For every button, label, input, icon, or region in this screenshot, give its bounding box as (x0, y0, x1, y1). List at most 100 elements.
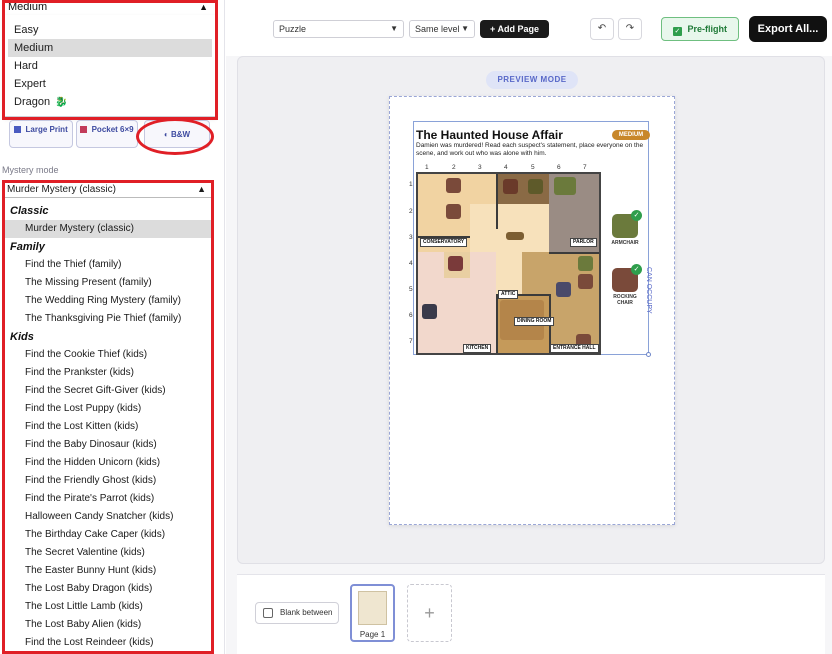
mode-option[interactable]: The Lost Baby Dragon (kids) (4, 580, 212, 598)
page-preview[interactable]: The Haunted House Affair MEDIUM Damien w… (389, 96, 675, 525)
room-label: PARLOR (570, 238, 597, 247)
mode-option[interactable]: The Missing Present (family) (4, 274, 212, 292)
chair-furniture (578, 274, 593, 289)
mode-option[interactable]: The Wedding Ring Mystery (family) (4, 292, 212, 310)
chevron-down-icon: ▼ (461, 24, 469, 33)
stove-furniture (422, 304, 437, 319)
preview-mode-pill: PREVIEW MODE (486, 71, 578, 89)
row-label: 2 (409, 208, 413, 215)
mode-option[interactable]: The Thanksgiving Pie Thief (family) (4, 310, 212, 328)
rocking-chair-label: ROCKING CHAIR (613, 294, 637, 306)
row-label: 1 (409, 181, 413, 188)
mystery-mode-list: Classic Murder Mystery (classic) Family … (4, 202, 212, 652)
preflight-button[interactable]: ✓ Pre-flight (661, 17, 739, 41)
page-type-value: Puzzle (279, 24, 307, 34)
chair-furniture (448, 256, 463, 271)
spider-furniture (446, 178, 461, 193)
mode-option[interactable]: Find the Thief (family) (4, 256, 212, 274)
undo-icon: ↶ (597, 23, 607, 34)
pocket-button[interactable]: Pocket 6×9 (76, 120, 138, 148)
column-label: 4 (504, 164, 508, 171)
mode-option[interactable]: Find the Lost Kitten (kids) (4, 418, 212, 436)
undo-button[interactable]: ↶ (590, 18, 614, 40)
room-label: ATTIC (498, 290, 519, 299)
column-label: 1 (425, 164, 429, 171)
export-all-button[interactable]: Export All... (749, 16, 827, 42)
preflight-label: Pre-flight (687, 24, 728, 34)
blank-between-toggle[interactable]: Blank between (255, 602, 339, 624)
puzzle-description: Damien was murdered! Read each suspect's… (416, 142, 644, 157)
check-icon: ✓ (672, 27, 682, 36)
difficulty-option-medium[interactable]: Medium (8, 39, 212, 57)
main-area: Puzzle ▼ Same level ▼ + Add Page ↶ ↷ ✓ P… (226, 0, 832, 654)
level-select[interactable]: Same level ▼ (409, 20, 475, 38)
mode-option[interactable]: The Easter Bunny Hunt (kids) (4, 562, 212, 580)
mystery-mode-select[interactable]: Murder Mystery (classic) ▲ (4, 182, 212, 198)
chevron-up-icon: ▲ (199, 2, 208, 12)
difficulty-option-hard[interactable]: Hard (8, 57, 212, 75)
page-type-select[interactable]: Puzzle ▼ (273, 20, 404, 38)
mode-option[interactable]: Find the Lost Reindeer (kids) (4, 634, 212, 652)
level-value: Same level (415, 24, 460, 34)
entrance-hall-floor (549, 252, 599, 353)
large-print-button[interactable]: Large Print (9, 120, 73, 148)
mode-option[interactable]: The Lost Baby Alien (kids) (4, 616, 212, 634)
difficulty-option-easy[interactable]: Easy (8, 21, 212, 39)
column-label: 2 (452, 164, 456, 171)
dragon-icon: 🐉 (55, 97, 68, 108)
armchair-icon: ✓ (612, 210, 642, 238)
mode-option[interactable]: Find the Hidden Unicorn (kids) (4, 454, 212, 472)
group-header-classic: Classic (10, 205, 49, 217)
palette-icon: ◐ (163, 130, 169, 139)
page-thumbnail[interactable]: Page 1 (350, 584, 395, 642)
wall (496, 294, 498, 353)
difficulty-select[interactable]: Medium ▲ (4, 0, 214, 15)
rocking-chair-piece[interactable]: ✓ ROCKING CHAIR (608, 264, 642, 306)
difficulty-badge: MEDIUM (612, 130, 650, 140)
redo-button[interactable]: ↷ (618, 18, 642, 40)
pocket-label: Pocket 6×9 (91, 125, 134, 134)
armchair-piece[interactable]: ✓ ARMCHAIR (608, 210, 642, 246)
mode-option[interactable]: Find the Pirate's Parrot (kids) (4, 490, 212, 508)
table-furniture (506, 232, 524, 240)
thumbnail-preview (358, 591, 387, 625)
check-icon: ✓ (631, 264, 642, 275)
mystery-mode-selected-value: Murder Mystery (classic) (7, 184, 116, 195)
difficulty-selected-value: Medium (8, 1, 48, 13)
difficulty-option-dragon[interactable]: Dragon 🐉 (8, 93, 212, 111)
sofa-furniture (554, 177, 576, 195)
add-page-tile[interactable]: + (407, 584, 452, 642)
rocking-chair-icon: ✓ (612, 264, 642, 292)
mode-option[interactable]: The Lost Little Lamb (kids) (4, 598, 212, 616)
check-icon: ✓ (631, 210, 642, 221)
mode-option[interactable]: The Secret Valentine (kids) (4, 544, 212, 562)
mode-option[interactable]: Find the Prankster (kids) (4, 364, 212, 382)
row-label: 4 (409, 260, 413, 267)
page-thumbnail-label: Page 1 (359, 630, 386, 639)
mode-option[interactable]: Find the Secret Gift-Giver (kids) (4, 382, 212, 400)
mode-option[interactable]: Find the Baby Dinosaur (kids) (4, 436, 212, 454)
can-occupy-label: CAN OCCUPY (645, 267, 652, 314)
row-label: 7 (409, 338, 413, 345)
checkbox[interactable] (263, 608, 273, 618)
resize-handle[interactable] (646, 352, 651, 357)
mode-option[interactable]: The Birthday Cake Caper (kids) (4, 526, 212, 544)
redo-icon: ↷ (625, 23, 635, 34)
difficulty-option-dragon-label: Dragon (14, 96, 51, 108)
mode-option[interactable]: Find the Friendly Ghost (kids) (4, 472, 212, 490)
room-label: CONSERVATORY (420, 238, 468, 247)
mode-option[interactable]: Find the Cookie Thief (kids) (4, 346, 212, 364)
puzzle-title: The Haunted House Affair (416, 128, 563, 142)
mode-option[interactable]: Find the Lost Puppy (kids) (4, 400, 212, 418)
row-label: 3 (409, 234, 413, 241)
bw-button[interactable]: ◐ B&W (144, 120, 210, 148)
mode-option[interactable]: Halloween Candy Snatcher (kids) (4, 508, 212, 526)
row-label: 6 (409, 312, 413, 319)
group-header-kids: Kids (10, 331, 34, 343)
mode-option[interactable]: Murder Mystery (classic) (4, 220, 212, 238)
add-page-button[interactable]: + Add Page (480, 20, 549, 38)
chair-furniture (503, 179, 518, 194)
armchair-label: ARMCHAIR (611, 240, 639, 246)
page-strip: Blank between Page 1 + (237, 574, 825, 654)
difficulty-option-expert[interactable]: Expert (8, 75, 212, 93)
